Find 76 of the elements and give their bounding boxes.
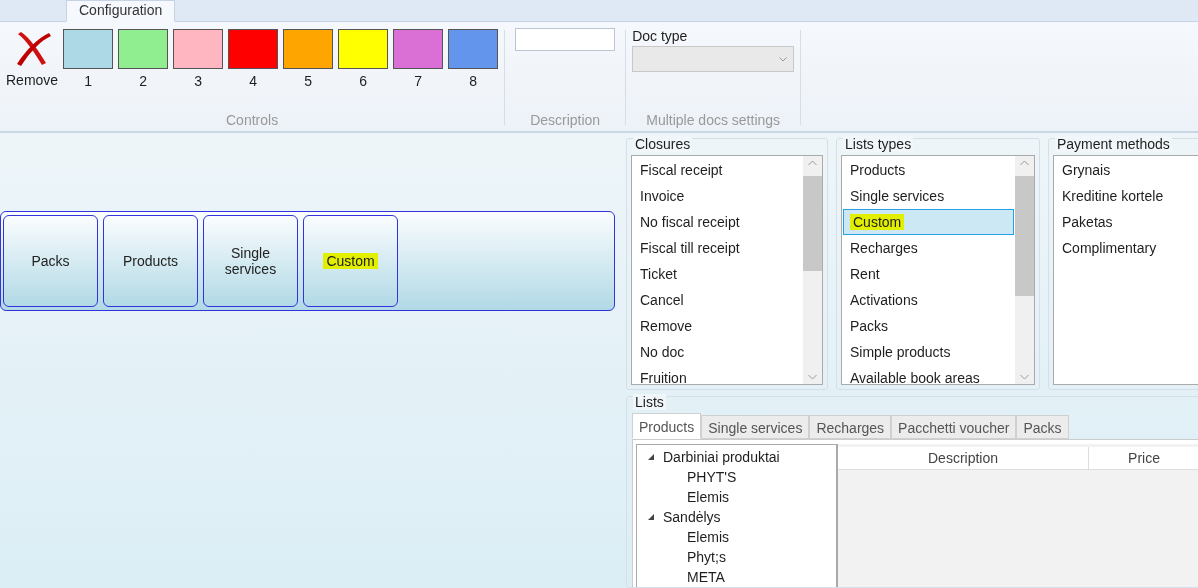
expanded-triangle-icon[interactable]: [647, 453, 655, 461]
scrollbar[interactable]: [803, 156, 822, 384]
expanded-triangle-icon[interactable]: [647, 513, 655, 521]
list-item[interactable]: No doc: [633, 339, 802, 365]
category-button[interactable]: Custom: [303, 215, 398, 307]
chevron-down-icon: [779, 56, 788, 62]
color-swatch[interactable]: [283, 29, 334, 69]
doc-type-label: Doc type: [632, 28, 689, 44]
tree-item[interactable]: PHYT'S: [687, 469, 737, 485]
list-item[interactable]: Custom: [843, 209, 1014, 235]
swatch-label: 3: [194, 73, 203, 89]
tree-item[interactable]: META: [687, 569, 725, 585]
group-label: Multiple docs settings: [646, 112, 781, 128]
color-swatch[interactable]: [393, 29, 444, 69]
scrollbar[interactable]: [1015, 156, 1034, 384]
tree-item[interactable]: Sandėlys: [663, 509, 721, 525]
scroll-down-icon[interactable]: [808, 374, 817, 380]
description-field[interactable]: [515, 28, 616, 51]
tree-item[interactable]: Elemis: [687, 489, 729, 505]
group-label: Controls: [226, 112, 279, 128]
swatch-label: 7: [414, 73, 423, 89]
column-header[interactable]: Price: [1089, 447, 1198, 469]
scroll-down-icon[interactable]: [1020, 374, 1029, 380]
color-swatch[interactable]: [118, 29, 169, 69]
list-tab[interactable]: Packs: [1016, 415, 1069, 439]
swatch-label: 5: [304, 73, 313, 89]
color-swatch[interactable]: [338, 29, 389, 69]
scroll-up-icon[interactable]: [1020, 160, 1029, 166]
swatch-label: 6: [359, 73, 368, 89]
list-item[interactable]: Complimentary: [1055, 235, 1198, 261]
list-tab[interactable]: Single services: [701, 415, 810, 439]
list-item[interactable]: Available book areas: [843, 365, 1014, 384]
category-button[interactable]: Products: [103, 215, 198, 307]
list-item[interactable]: Rent: [843, 261, 1014, 287]
tree-item[interactable]: Phyt;s: [687, 549, 726, 565]
list-tab[interactable]: Products: [632, 413, 702, 439]
tree-item[interactable]: Elemis: [687, 529, 729, 545]
list-tab[interactable]: Pacchetti voucher: [891, 415, 1017, 439]
column-header[interactable]: Description: [838, 447, 1089, 469]
color-swatch[interactable]: [173, 29, 224, 69]
list-item[interactable]: Activations: [843, 287, 1014, 313]
list-tab[interactable]: Recharges: [809, 415, 892, 439]
list-item[interactable]: Invoice: [633, 183, 802, 209]
color-swatch[interactable]: [448, 29, 499, 69]
list-item[interactable]: No fiscal receipt: [633, 209, 802, 235]
list-item[interactable]: Products: [843, 157, 1014, 183]
tree-item[interactable]: Darbiniai produktai: [663, 449, 780, 465]
category-button[interactable]: Packs: [3, 215, 98, 307]
list-item[interactable]: Fiscal receipt: [633, 157, 802, 183]
list-item[interactable]: Recharges: [843, 235, 1014, 261]
list-item[interactable]: Fruition: [633, 365, 802, 384]
list-item[interactable]: Packs: [843, 313, 1014, 339]
color-swatch[interactable]: [63, 29, 114, 69]
list-item[interactable]: Ticket: [633, 261, 802, 287]
list-item[interactable]: Remove: [633, 313, 802, 339]
list-item[interactable]: Single services: [843, 183, 1014, 209]
list-item[interactable]: Kreditine kortele: [1055, 183, 1198, 209]
group-title: Lists types: [843, 136, 914, 152]
swatch-label: 8: [469, 73, 478, 89]
scroll-up-icon[interactable]: [808, 160, 817, 166]
list-item[interactable]: Paketas: [1055, 209, 1198, 235]
list-item[interactable]: Grynais: [1055, 157, 1198, 183]
list-item[interactable]: Cancel: [633, 287, 802, 313]
group-title: Payment methods: [1055, 136, 1172, 152]
category-button[interactable]: Single services: [203, 215, 298, 307]
remove-label: Remove: [6, 72, 59, 88]
list-item[interactable]: Simple products: [843, 339, 1014, 365]
swatch-label: 1: [84, 73, 93, 89]
list-item[interactable]: Fiscal till receipt: [633, 235, 802, 261]
swatch-label: 4: [249, 73, 258, 89]
ribbon-tab[interactable]: Configuration: [66, 0, 176, 22]
group-title: Lists: [633, 394, 666, 410]
swatch-label: 2: [139, 73, 148, 89]
group-label: Description: [530, 112, 601, 128]
group-title: Closures: [633, 136, 693, 152]
color-swatch[interactable]: [228, 29, 279, 69]
